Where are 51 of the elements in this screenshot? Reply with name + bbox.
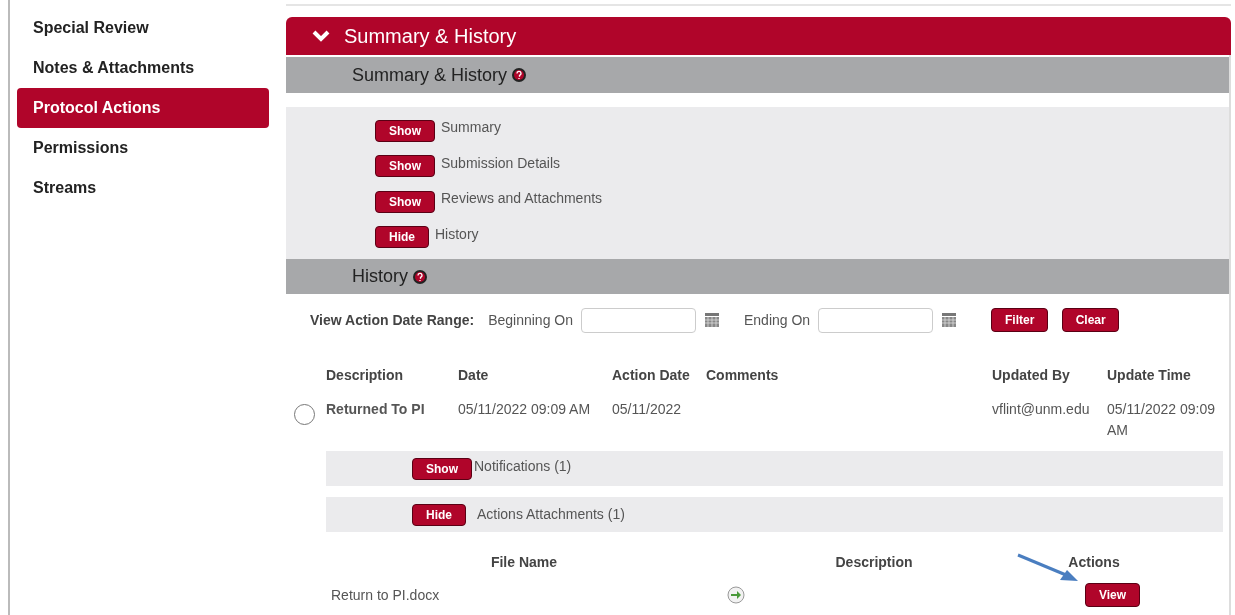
toggle-button[interactable]: Hide: [375, 226, 429, 249]
toggle-button[interactable]: Show: [412, 457, 472, 480]
sidebar-item[interactable]: Permissions: [17, 128, 269, 168]
row-radio[interactable]: [294, 404, 315, 425]
column-header: Date: [458, 366, 490, 385]
subheader-title: Summary & History: [352, 63, 508, 87]
begin-date-field[interactable]: [581, 307, 696, 333]
column-header: File Name: [490, 553, 558, 572]
panel-title: Summary & History: [344, 24, 517, 49]
subsection-label: Actions Attachments (1): [477, 505, 625, 524]
table-cell-text: 05/11/2022 09:09 AM: [1107, 400, 1216, 440]
begin-label: Beginning On: [488, 310, 573, 330]
table-cell-text: vflint@unm.edu: [992, 400, 1091, 419]
column-header: Update Time: [1107, 366, 1192, 385]
calendar-icon[interactable]: [941, 312, 958, 328]
toggle-label: History: [435, 224, 479, 244]
column-header: Action Date: [612, 366, 691, 385]
panel-header[interactable]: Summary & History: [286, 17, 1231, 55]
subsection-label: Notifications (1): [474, 457, 572, 476]
column-header: Description: [326, 366, 404, 385]
sidebar-item[interactable]: Streams: [17, 168, 269, 208]
toggle-button[interactable]: Show: [375, 119, 435, 142]
filter-button[interactable]: Clear: [1062, 308, 1120, 332]
filter-button[interactable]: Filter: [991, 308, 1049, 332]
toggle-button[interactable]: Show: [375, 190, 435, 213]
table-cell-text: Returned To PI: [326, 400, 426, 419]
column-header: Updated By: [992, 366, 1071, 385]
column-header: Actions: [1068, 553, 1120, 572]
help-icon[interactable]: [412, 268, 428, 285]
sidebar-item[interactable]: Special Review: [17, 8, 269, 48]
history-title: History: [352, 265, 408, 288]
column-header: Description: [835, 553, 913, 572]
file-name: Return to PI.docx: [331, 585, 441, 605]
calendar-icon[interactable]: [704, 312, 720, 328]
toggle-button[interactable]: Show: [375, 155, 435, 178]
toggle-label: Reviews and Attachments: [441, 189, 603, 209]
table-cell-text: 05/11/2022 09:09 AM: [458, 400, 592, 419]
table-cell-text: 05/11/2022: [612, 400, 683, 419]
view-button[interactable]: View: [1085, 583, 1140, 607]
toggle-button[interactable]: Hide: [412, 503, 466, 526]
toggle-label: Submission Details: [441, 153, 561, 173]
sidebar-item[interactable]: Protocol Actions: [17, 88, 269, 128]
column-header: Comments: [706, 366, 780, 385]
end-label: Ending On: [744, 310, 811, 330]
toggle-label: Summary: [441, 118, 501, 138]
download-icon[interactable]: [727, 586, 745, 604]
end-date-field[interactable]: [818, 307, 934, 333]
filter-label: View Action Date Range:: [310, 310, 475, 330]
chevron-icon: [312, 30, 330, 42]
help-icon[interactable]: [511, 67, 528, 83]
sidebar-item[interactable]: Notes & Attachments: [17, 48, 269, 88]
